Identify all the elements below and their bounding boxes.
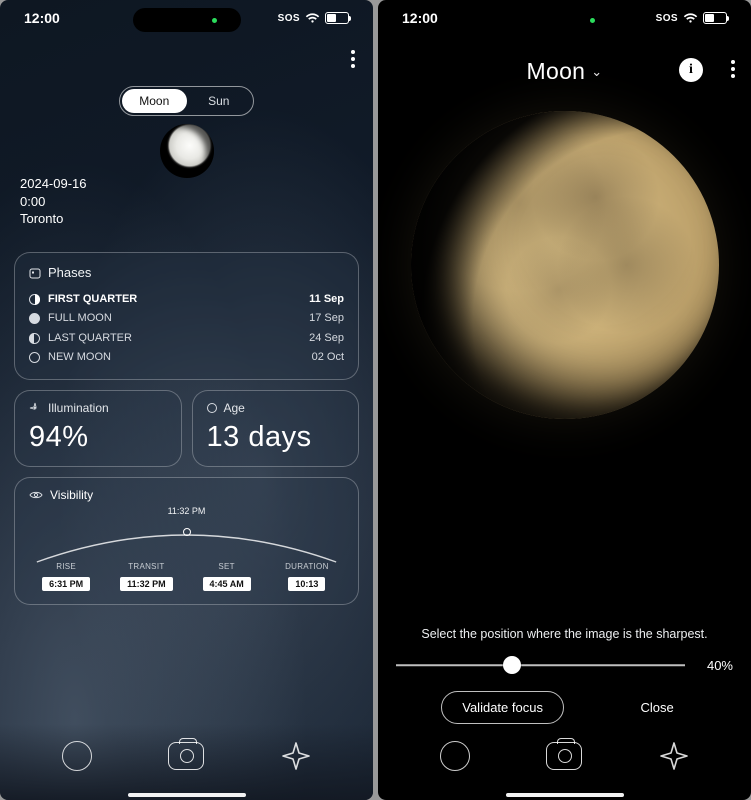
time-text: 0:00 bbox=[20, 193, 87, 211]
focus-panel: Select the position where the image is t… bbox=[378, 627, 751, 724]
wifi-icon bbox=[683, 13, 698, 24]
visibility-cell: TRANSIT11:32 PM bbox=[109, 562, 183, 592]
age-title: Age bbox=[224, 401, 245, 415]
status-sos: SOS bbox=[278, 13, 300, 24]
location-text: Toronto bbox=[20, 210, 87, 228]
info-button[interactable]: i bbox=[679, 58, 703, 82]
visibility-cell: SET4:45 AM bbox=[190, 562, 264, 592]
phase-label: FULL MOON bbox=[48, 309, 112, 328]
home-indicator[interactable] bbox=[128, 793, 246, 797]
illumination-title: Illumination bbox=[48, 401, 109, 415]
phases-title: Phases bbox=[48, 265, 91, 280]
battery-icon bbox=[703, 12, 727, 24]
nav-camera-button[interactable] bbox=[544, 736, 584, 776]
more-menu-button[interactable] bbox=[731, 60, 735, 78]
nav-sparkle-button[interactable] bbox=[276, 736, 316, 776]
visibility-cell: DURATION10:13 bbox=[270, 562, 344, 592]
moon-sun-toggle[interactable]: Moon Sun bbox=[119, 86, 254, 116]
phase-date: 17 Sep bbox=[309, 309, 344, 328]
focus-slider-thumb[interactable] bbox=[503, 656, 521, 674]
phase-new-icon bbox=[29, 352, 40, 363]
nav-sparkle-button[interactable] bbox=[654, 736, 694, 776]
eye-icon bbox=[29, 490, 43, 500]
more-menu-button[interactable] bbox=[351, 50, 355, 68]
nav-circle-button[interactable] bbox=[57, 736, 97, 776]
bottom-nav bbox=[378, 724, 751, 800]
age-card: Age 13 days bbox=[192, 390, 360, 467]
battery-icon bbox=[325, 12, 349, 24]
subject-dropdown[interactable]: Moon ⌄ bbox=[527, 58, 603, 85]
phase-date: 02 Oct bbox=[312, 348, 344, 367]
phase-row: FULL MOON 17 Sep bbox=[29, 309, 344, 328]
phase-label: FIRST QUARTER bbox=[48, 290, 137, 309]
subject-title: Moon bbox=[527, 58, 586, 85]
status-time: 12:00 bbox=[24, 10, 60, 26]
phase-full-icon bbox=[29, 313, 40, 324]
visibility-cell-value: 10:13 bbox=[288, 577, 325, 591]
moon-info-screen: 12:00 SOS Moon Sun 2024-09-16 0:00 Toron… bbox=[0, 0, 373, 800]
illumination-card: Illumination 94% bbox=[14, 390, 182, 467]
nav-circle-button[interactable] bbox=[435, 736, 475, 776]
phase-row: NEW MOON 02 Oct bbox=[29, 348, 344, 367]
home-indicator[interactable] bbox=[506, 793, 624, 797]
status-time: 12:00 bbox=[402, 10, 438, 26]
phase-label: LAST QUARTER bbox=[48, 329, 132, 348]
bottom-nav bbox=[0, 724, 373, 800]
focus-instruction: Select the position where the image is t… bbox=[396, 627, 733, 641]
phase-fq-icon bbox=[29, 294, 40, 305]
illumination-value: 94% bbox=[29, 421, 167, 454]
visibility-cell: RISE6:31 PM bbox=[29, 562, 103, 592]
visibility-cell-value: 6:31 PM bbox=[42, 577, 90, 591]
segment-sun[interactable]: Sun bbox=[187, 89, 252, 113]
phase-row: FIRST QUARTER 11 Sep bbox=[29, 290, 344, 309]
focus-percent: 40% bbox=[699, 658, 733, 673]
age-icon bbox=[207, 403, 217, 413]
date-text: 2024-09-16 bbox=[20, 175, 87, 193]
date-location-block: 2024-09-16 0:00 Toronto bbox=[20, 175, 87, 228]
age-value: 13 days bbox=[207, 421, 345, 454]
focus-slider[interactable] bbox=[396, 655, 685, 675]
visibility-cell-value: 4:45 AM bbox=[203, 577, 251, 591]
wifi-icon bbox=[305, 13, 320, 24]
chevron-down-icon: ⌄ bbox=[591, 64, 602, 80]
moon-live-view[interactable] bbox=[411, 111, 719, 419]
dynamic-island bbox=[511, 8, 619, 32]
dynamic-island bbox=[133, 8, 241, 32]
visibility-peak-marker bbox=[183, 528, 191, 536]
phase-label: NEW MOON bbox=[48, 348, 111, 367]
phase-date: 11 Sep bbox=[309, 290, 344, 309]
moon-phase-graphic bbox=[160, 124, 214, 178]
visibility-cell-value: 11:32 PM bbox=[120, 577, 173, 591]
calendar-icon bbox=[29, 267, 41, 279]
close-button[interactable]: Close bbox=[626, 692, 687, 723]
phase-lq-icon bbox=[29, 333, 40, 344]
illumination-icon bbox=[29, 402, 41, 414]
moon-camera-screen: 12:00 SOS Moon ⌄ i Select the position w… bbox=[378, 0, 751, 800]
visibility-card: Visibility 11:32 PM RISE6:31 PMTRANSIT11… bbox=[14, 477, 359, 605]
visibility-peak-label: 11:32 PM bbox=[168, 506, 206, 516]
phase-row: LAST QUARTER 24 Sep bbox=[29, 329, 344, 348]
validate-focus-button[interactable]: Validate focus bbox=[441, 691, 564, 724]
status-sos: SOS bbox=[656, 13, 678, 24]
nav-camera-button[interactable] bbox=[166, 736, 206, 776]
segment-moon[interactable]: Moon bbox=[122, 89, 187, 113]
phase-date: 24 Sep bbox=[309, 329, 344, 348]
phases-card: Phases FIRST QUARTER 11 Sep FULL MOON 17 Se… bbox=[14, 252, 359, 380]
visibility-title: Visibility bbox=[50, 488, 93, 502]
